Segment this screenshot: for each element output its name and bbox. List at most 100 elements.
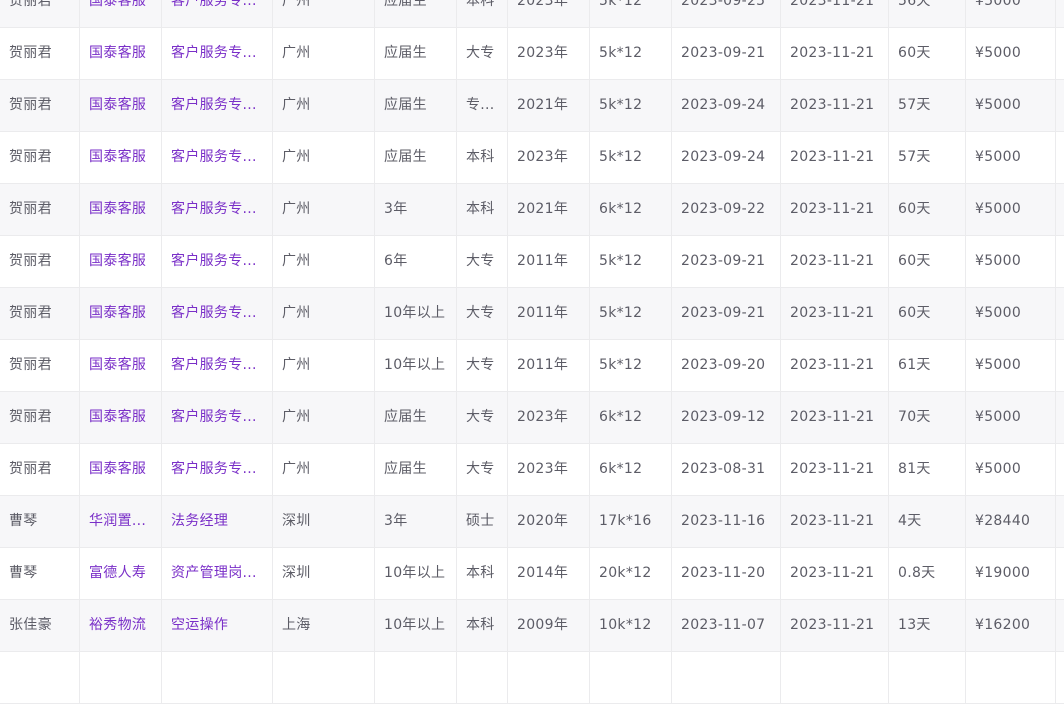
company-link-cell[interactable]: 国泰客服 xyxy=(80,28,162,79)
table-row[interactable] xyxy=(0,652,1064,704)
salary-cell: 5k*12 xyxy=(590,236,672,287)
update-date-cell: 2023-11-21 xyxy=(781,600,889,651)
company-link-cell[interactable]: 国泰客服 xyxy=(80,236,162,287)
candidate-name-cell: 贺丽君 xyxy=(0,236,80,287)
position-link-cell[interactable]: 客户服务专... xyxy=(162,340,273,391)
candidate-name-cell xyxy=(0,652,80,703)
experience-cell: 应届生 xyxy=(375,132,457,183)
experience-cell: 10年以上 xyxy=(375,548,457,599)
table-row[interactable]: 贺丽君 国泰客服 客户服务专... 广州 应届生 大专 2023年 5k*12 2023-09-… xyxy=(0,28,1064,80)
update-date-cell xyxy=(781,652,889,703)
extra-cell xyxy=(1056,132,1064,183)
position-link-cell[interactable]: 客户服务专... xyxy=(162,184,273,235)
position-link-cell[interactable]: 客户服务专... xyxy=(162,444,273,495)
candidate-name-cell: 曹琴 xyxy=(0,496,80,547)
position-link-cell[interactable]: 资产管理岗... xyxy=(162,548,273,599)
company-link-cell[interactable]: 国泰客服 xyxy=(80,0,162,27)
graduation-year-cell: 2014年 xyxy=(508,548,590,599)
graduation-year-cell: 2011年 xyxy=(508,340,590,391)
position-link-cell[interactable]: 客户服务专... xyxy=(162,288,273,339)
candidate-name-cell: 贺丽君 xyxy=(0,80,80,131)
update-date-cell: 2023-11-21 xyxy=(781,444,889,495)
salary-cell: 6k*12 xyxy=(590,444,672,495)
salary-cell: 5k*12 xyxy=(590,28,672,79)
table-row[interactable]: 贺丽君 国泰客服 客户服务专... 广州 应届生 专... 2021年 5k*12 2023-0… xyxy=(0,80,1064,132)
fee-cell: ¥5000 xyxy=(966,236,1056,287)
graduation-year-cell: 2023年 xyxy=(508,444,590,495)
position-link-cell[interactable]: 法务经理 xyxy=(162,496,273,547)
update-date-cell: 2023-11-21 xyxy=(781,28,889,79)
duration-cell: 56天 xyxy=(889,0,966,27)
duration-cell: 60天 xyxy=(889,184,966,235)
experience-cell: 应届生 xyxy=(375,28,457,79)
table-row[interactable]: 贺丽君 国泰客服 客户服务专... 广州 应届生 本科 2023年 5k*12 2023-09-… xyxy=(0,0,1064,28)
company-link-cell[interactable]: 华润置... xyxy=(80,496,162,547)
position-link-cell[interactable]: 客户服务专... xyxy=(162,132,273,183)
company-link-cell[interactable]: 国泰客服 xyxy=(80,80,162,131)
city-cell: 广州 xyxy=(273,444,375,495)
education-cell: 大专 xyxy=(457,340,508,391)
company-link-cell[interactable]: 富德人寿 xyxy=(80,548,162,599)
apply-date-cell: 2023-09-24 xyxy=(672,132,781,183)
experience-cell: 应届生 xyxy=(375,392,457,443)
company-link-cell[interactable]: 国泰客服 xyxy=(80,288,162,339)
fee-cell: ¥28440 xyxy=(966,496,1056,547)
table-row[interactable]: 贺丽君 国泰客服 客户服务专... 广州 10年以上 大专 2011年 5k*12 2023-0… xyxy=(0,340,1064,392)
company-link-cell[interactable]: 国泰客服 xyxy=(80,444,162,495)
duration-cell: 81天 xyxy=(889,444,966,495)
extra-cell xyxy=(1056,288,1064,339)
salary-cell: 17k*16 xyxy=(590,496,672,547)
fee-cell: ¥5000 xyxy=(966,80,1056,131)
salary-cell: 6k*12 xyxy=(590,392,672,443)
extra-cell xyxy=(1056,80,1064,131)
company-link-cell[interactable]: 裕秀物流 xyxy=(80,600,162,651)
fee-cell: ¥5000 xyxy=(966,184,1056,235)
city-cell: 广州 xyxy=(273,184,375,235)
apply-date-cell: 2023-09-21 xyxy=(672,288,781,339)
company-link-cell[interactable]: 国泰客服 xyxy=(80,392,162,443)
apply-date-cell: 2023-09-25 xyxy=(672,0,781,27)
company-link-cell[interactable] xyxy=(80,652,162,703)
position-link-cell[interactable]: 客户服务专... xyxy=(162,236,273,287)
fee-cell: ¥5000 xyxy=(966,340,1056,391)
position-link-cell[interactable]: 客户服务专... xyxy=(162,28,273,79)
position-link-cell[interactable]: 客户服务专... xyxy=(162,392,273,443)
city-cell: 广州 xyxy=(273,236,375,287)
city-cell: 广州 xyxy=(273,80,375,131)
apply-date-cell: 2023-11-07 xyxy=(672,600,781,651)
table-row[interactable]: 贺丽君 国泰客服 客户服务专... 广州 应届生 本科 2023年 5k*12 2023-09-… xyxy=(0,132,1064,184)
table-row[interactable]: 贺丽君 国泰客服 客户服务专... 广州 6年 大专 2011年 5k*12 2023-09-2… xyxy=(0,236,1064,288)
update-date-cell: 2023-11-21 xyxy=(781,184,889,235)
apply-date-cell: 2023-09-21 xyxy=(672,28,781,79)
company-link-cell[interactable]: 国泰客服 xyxy=(80,184,162,235)
extra-cell xyxy=(1056,600,1064,651)
apply-date-cell: 2023-09-20 xyxy=(672,340,781,391)
company-link-cell[interactable]: 国泰客服 xyxy=(80,340,162,391)
table-row[interactable]: 曹琴 华润置... 法务经理 深圳 3年 硕士 2020年 17k*16 2023-11-16 2… xyxy=(0,496,1064,548)
salary-cell: 5k*12 xyxy=(590,340,672,391)
position-link-cell[interactable]: 客户服务专... xyxy=(162,0,273,27)
table-row[interactable]: 张佳豪 裕秀物流 空运操作 上海 10年以上 本科 2009年 10k*12 2023-11-0… xyxy=(0,600,1064,652)
extra-cell xyxy=(1056,0,1064,27)
city-cell: 广州 xyxy=(273,340,375,391)
apply-date-cell xyxy=(672,652,781,703)
table-row[interactable]: 贺丽君 国泰客服 客户服务专... 广州 应届生 大专 2023年 6k*12 2023-09-… xyxy=(0,392,1064,444)
position-link-cell[interactable]: 客户服务专... xyxy=(162,80,273,131)
duration-cell: 60天 xyxy=(889,236,966,287)
position-link-cell[interactable] xyxy=(162,652,273,703)
company-link-cell[interactable]: 国泰客服 xyxy=(80,132,162,183)
table-row[interactable]: 贺丽君 国泰客服 客户服务专... 广州 3年 本科 2021年 6k*12 2023-09-2… xyxy=(0,184,1064,236)
graduation-year-cell xyxy=(508,652,590,703)
candidate-name-cell: 贺丽君 xyxy=(0,392,80,443)
position-link-cell[interactable]: 空运操作 xyxy=(162,600,273,651)
update-date-cell: 2023-11-21 xyxy=(781,236,889,287)
education-cell: 本科 xyxy=(457,548,508,599)
update-date-cell: 2023-11-21 xyxy=(781,0,889,27)
update-date-cell: 2023-11-21 xyxy=(781,132,889,183)
education-cell: 本科 xyxy=(457,184,508,235)
update-date-cell: 2023-11-21 xyxy=(781,340,889,391)
table-row[interactable]: 贺丽君 国泰客服 客户服务专... 广州 应届生 大专 2023年 6k*12 2023-08-… xyxy=(0,444,1064,496)
education-cell: 大专 xyxy=(457,392,508,443)
table-row[interactable]: 曹琴 富德人寿 资产管理岗... 深圳 10年以上 本科 2014年 20k*12 2023-1… xyxy=(0,548,1064,600)
table-row[interactable]: 贺丽君 国泰客服 客户服务专... 广州 10年以上 大专 2011年 5k*12 2023-0… xyxy=(0,288,1064,340)
